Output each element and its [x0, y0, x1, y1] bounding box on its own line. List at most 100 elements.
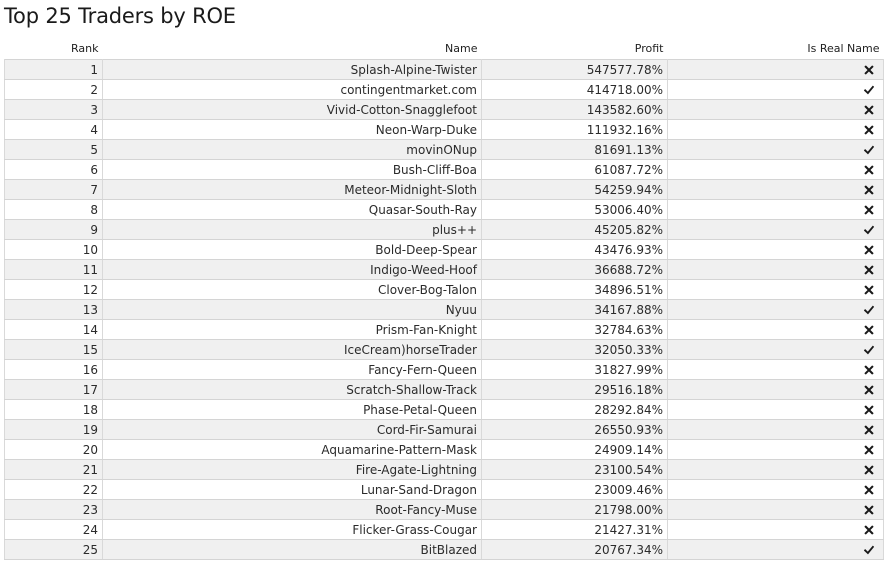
is-real-name-cell: [667, 379, 884, 400]
cross-icon: [864, 105, 874, 115]
profit-cell: 24909.14%: [481, 439, 668, 460]
is-real-name-cell: [667, 119, 884, 140]
cross-icon: [864, 385, 874, 395]
cross-icon: [864, 525, 874, 535]
is-real-name-cell: [667, 399, 884, 420]
name-cell: plus++: [102, 219, 482, 240]
profit-cell: 26550.93%: [481, 419, 668, 440]
table-row[interactable]: 12 Clover-Bog-Talon 34896.51%: [4, 279, 884, 300]
profit-cell: 61087.72%: [481, 159, 668, 180]
profit-cell: 43476.93%: [481, 239, 668, 260]
table-row[interactable]: 15 IceCream)horseTrader 32050.33%: [4, 339, 884, 360]
table-row[interactable]: 14 Prism-Fan-Knight 32784.63%: [4, 319, 884, 340]
table-row[interactable]: 23 Root-Fancy-Muse 21798.00%: [4, 499, 884, 520]
table-row[interactable]: 9 plus++ 45205.82%: [4, 219, 884, 240]
rank-cell: 21: [4, 459, 103, 480]
rank-cell: 6: [4, 159, 103, 180]
rank-cell: 9: [4, 219, 103, 240]
column-header-rank[interactable]: Rank: [5, 38, 103, 60]
profit-cell: 23100.54%: [481, 459, 668, 480]
is-real-name-cell: [667, 279, 884, 300]
is-real-name-cell: [667, 519, 884, 540]
table-row[interactable]: 17 Scratch-Shallow-Track 29516.18%: [4, 379, 884, 400]
table-row[interactable]: 8 Quasar-South-Ray 53006.40%: [4, 199, 884, 220]
is-real-name-cell: [667, 219, 884, 240]
is-real-name-cell: [667, 499, 884, 520]
column-header-name[interactable]: Name: [103, 38, 482, 60]
profit-cell: 20767.34%: [481, 539, 668, 560]
column-header-is-real-name[interactable]: Is Real Name: [668, 38, 884, 60]
is-real-name-cell: [667, 239, 884, 260]
table-row[interactable]: 21 Fire-Agate-Lightning 23100.54%: [4, 459, 884, 480]
table-row[interactable]: 11 Indigo-Weed-Hoof 36688.72%: [4, 259, 884, 280]
name-cell: Indigo-Weed-Hoof: [102, 259, 482, 280]
cross-icon: [864, 425, 874, 435]
cross-icon: [864, 465, 874, 475]
profit-cell: 21798.00%: [481, 499, 668, 520]
table-row[interactable]: 7 Meteor-Midnight-Sloth 54259.94%: [4, 179, 884, 200]
name-cell: Flicker-Grass-Cougar: [102, 519, 482, 540]
table-row[interactable]: 20 Aquamarine-Pattern-Mask 24909.14%: [4, 439, 884, 460]
profit-cell: 31827.99%: [481, 359, 668, 380]
table-row[interactable]: 22 Lunar-Sand-Dragon 23009.46%: [4, 479, 884, 500]
table-header: Rank Name Profit Is Real Name: [5, 38, 884, 60]
column-header-profit[interactable]: Profit: [482, 38, 668, 60]
profit-cell: 23009.46%: [481, 479, 668, 500]
name-cell: Root-Fancy-Muse: [102, 499, 482, 520]
rank-cell: 12: [4, 279, 103, 300]
rank-cell: 14: [4, 319, 103, 340]
table-row[interactable]: 16 Fancy-Fern-Queen 31827.99%: [4, 359, 884, 380]
rank-cell: 22: [4, 479, 103, 500]
table-row[interactable]: 25 BitBlazed 20767.34%: [4, 539, 884, 560]
table-row[interactable]: 10 Bold-Deep-Spear 43476.93%: [4, 239, 884, 260]
table-row[interactable]: 19 Cord-Fir-Samurai 26550.93%: [4, 419, 884, 440]
cross-icon: [864, 325, 874, 335]
profit-cell: 81691.13%: [481, 139, 668, 160]
profit-cell: 414718.00%: [481, 79, 668, 100]
profit-cell: 45205.82%: [481, 219, 668, 240]
check-icon: [864, 85, 874, 95]
table-row[interactable]: 5 movinONup 81691.13%: [4, 139, 884, 160]
name-cell: Bush-Cliff-Boa: [102, 159, 482, 180]
profit-cell: 29516.18%: [481, 379, 668, 400]
name-cell: BitBlazed: [102, 539, 482, 560]
profit-cell: 143582.60%: [481, 99, 668, 120]
table-row[interactable]: 3 Vivid-Cotton-Snagglefoot 143582.60%: [4, 99, 884, 120]
name-cell: Clover-Bog-Talon: [102, 279, 482, 300]
cross-icon: [864, 445, 874, 455]
name-cell: Neon-Warp-Duke: [102, 119, 482, 140]
rank-cell: 20: [4, 439, 103, 460]
rank-cell: 16: [4, 359, 103, 380]
profit-cell: 111932.16%: [481, 119, 668, 140]
table-row[interactable]: 2 contingentmarket.com 414718.00%: [4, 79, 884, 100]
cross-icon: [864, 265, 874, 275]
name-cell: Phase-Petal-Queen: [102, 399, 482, 420]
is-real-name-cell: [667, 199, 884, 220]
name-cell: Aquamarine-Pattern-Mask: [102, 439, 482, 460]
table-row[interactable]: 1 Splash-Alpine-Twister 547577.78%: [4, 59, 884, 80]
profit-cell: 547577.78%: [481, 59, 668, 80]
rank-cell: 17: [4, 379, 103, 400]
table-row[interactable]: 24 Flicker-Grass-Cougar 21427.31%: [4, 519, 884, 540]
name-cell: Fire-Agate-Lightning: [102, 459, 482, 480]
rank-cell: 11: [4, 259, 103, 280]
profit-cell: 28292.84%: [481, 399, 668, 420]
is-real-name-cell: [667, 439, 884, 460]
table-row[interactable]: 18 Phase-Petal-Queen 28292.84%: [4, 399, 884, 420]
profit-cell: 32050.33%: [481, 339, 668, 360]
table-row[interactable]: 6 Bush-Cliff-Boa 61087.72%: [4, 159, 884, 180]
profit-cell: 34896.51%: [481, 279, 668, 300]
cross-icon: [864, 405, 874, 415]
rank-cell: 24: [4, 519, 103, 540]
table-row[interactable]: 13 Nyuu 34167.88%: [4, 299, 884, 320]
is-real-name-cell: [667, 259, 884, 280]
table-row[interactable]: 4 Neon-Warp-Duke 111932.16%: [4, 119, 884, 140]
name-cell: Nyuu: [102, 299, 482, 320]
name-cell: Cord-Fir-Samurai: [102, 419, 482, 440]
name-cell: Lunar-Sand-Dragon: [102, 479, 482, 500]
table-header-row: Rank Name Profit Is Real Name: [5, 38, 884, 60]
name-cell: contingentmarket.com: [102, 79, 482, 100]
is-real-name-cell: [667, 59, 884, 80]
name-cell: Vivid-Cotton-Snagglefoot: [102, 99, 482, 120]
profit-cell: 34167.88%: [481, 299, 668, 320]
